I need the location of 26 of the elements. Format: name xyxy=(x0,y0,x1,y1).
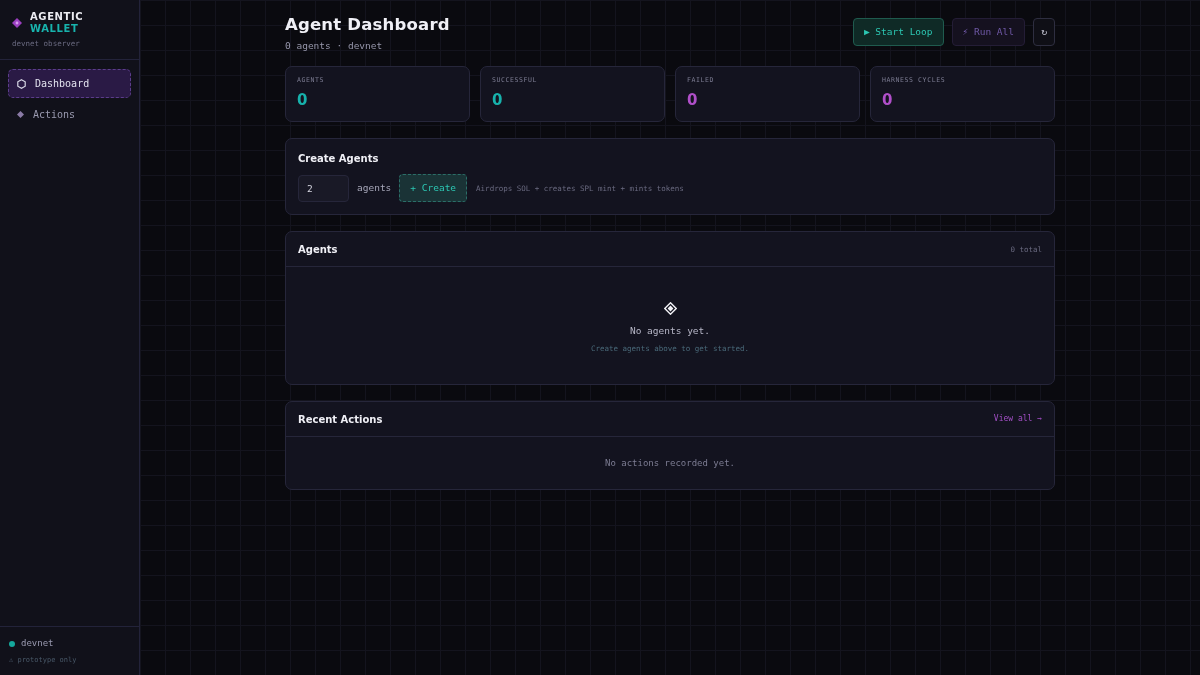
page-subtitle: 0 agents · devnet xyxy=(285,39,384,53)
hexagon-icon xyxy=(17,78,26,89)
refresh-button[interactable]: ↻ xyxy=(1033,18,1055,46)
network-label: devnet xyxy=(21,637,54,650)
diamond-icon xyxy=(663,301,677,315)
card-title: Create Agents xyxy=(298,152,380,167)
stat-value: 0 xyxy=(297,91,309,109)
brand-name: WALLET xyxy=(30,23,80,35)
brand-name: AGENTIC xyxy=(30,11,84,23)
stat-value: 0 xyxy=(882,91,894,109)
nav-item[interactable]: Actions xyxy=(8,100,131,130)
empty-state-text: No actions recorded yet. xyxy=(604,456,735,470)
unit-label: agents xyxy=(357,181,392,196)
panel-title: Recent Actions xyxy=(298,412,383,427)
page-title: Agent Dashboard xyxy=(285,15,450,35)
create-button[interactable]: + Create xyxy=(399,174,468,203)
start-loop-button[interactable]: ▶ Start Loop xyxy=(852,18,944,46)
nav-item[interactable]: Dashboard xyxy=(8,69,131,99)
diamond-icon xyxy=(17,111,24,119)
diamond-logo-icon xyxy=(12,18,22,28)
agent-count-input[interactable]: 2 xyxy=(298,174,349,202)
stat-value: 0 xyxy=(492,91,504,109)
view-all-link[interactable]: View all → xyxy=(993,413,1042,426)
stat-value: 0 xyxy=(687,91,699,109)
panel-title: Agents xyxy=(298,242,338,257)
empty-state-title: No agents yet. xyxy=(629,323,711,338)
